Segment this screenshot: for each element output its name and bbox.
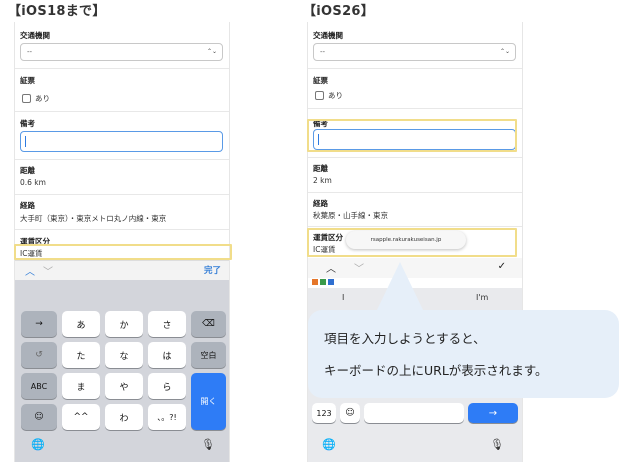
key-abc[interactable]: ABC <box>21 373 57 399</box>
select-arrow-icon: ⌃⌄ <box>499 48 510 55</box>
key-ma[interactable]: ま <box>62 373 100 399</box>
suggestion-1[interactable]: I <box>342 293 344 302</box>
key-sa[interactable]: さ <box>148 311 186 337</box>
key-undo[interactable]: ↺ <box>21 342 57 368</box>
text-caret <box>25 136 26 147</box>
key-a[interactable]: あ <box>62 311 100 337</box>
distance-label: 距離 <box>313 164 328 173</box>
transport-select[interactable]: -- ⌃⌄ <box>313 43 516 61</box>
receipt-checkbox[interactable] <box>315 91 324 100</box>
callout-line-2: キーボードの上にURLが表示されます。 <box>324 363 548 378</box>
key-ya[interactable]: や <box>105 373 143 399</box>
key-ra[interactable]: ら <box>148 373 186 399</box>
callout-bubble: 項目を入力しようとすると、 キーボードの上にURLが表示されます。 <box>308 310 619 398</box>
microphone-icon[interactable]: 🎙 <box>201 438 215 451</box>
transport-label: 交通機関 <box>20 31 50 40</box>
suggestion-2[interactable]: I'm <box>476 293 488 302</box>
key-punctuation[interactable]: 、。?! <box>148 404 186 430</box>
go-button[interactable]: → <box>468 403 518 423</box>
callout-line-1: 項目を入力しようとすると、 <box>324 331 486 346</box>
key-na[interactable]: な <box>105 342 143 368</box>
divider <box>308 226 522 227</box>
chevron-down-icon[interactable]: ﹀ <box>354 260 364 275</box>
remarks-input[interactable] <box>20 131 223 152</box>
key-space[interactable]: 空白 <box>191 342 226 368</box>
transport-value: -- <box>320 48 326 56</box>
enter-open-button[interactable]: 開く <box>191 373 226 430</box>
divider <box>15 194 229 195</box>
key-kaomoji[interactable]: ^^ <box>62 404 100 430</box>
divider <box>308 157 522 158</box>
fare-highlight <box>14 244 232 260</box>
checkmark-icon[interactable]: ✓ <box>498 261 506 272</box>
divider <box>308 108 522 109</box>
route-value: 秋葉原・山手線・東京 <box>313 211 388 220</box>
divider <box>15 111 229 112</box>
ios18-screen: 交通機関 -- ⌃⌄ 証票 あり 備考 距離 0.6 km 経路 大手町（東京）… <box>14 22 230 462</box>
receipt-check-label: あり <box>35 94 50 103</box>
keyboard-accessory-bar: ︿ ﹀ 完了 <box>15 260 229 280</box>
globe-icon[interactable]: 🌐 <box>31 438 45 451</box>
receipt-label: 証票 <box>313 76 328 85</box>
remarks-label: 備考 <box>20 119 35 128</box>
key-next-arrow[interactable]: → <box>21 311 57 337</box>
divider <box>15 159 229 160</box>
ios18-heading: 【iOS18まで】 <box>8 4 106 19</box>
key-ta[interactable]: た <box>62 342 100 368</box>
receipt-checkbox[interactable] <box>22 94 31 103</box>
receipt-label: 証票 <box>20 76 35 85</box>
done-button[interactable]: 完了 <box>204 264 221 276</box>
key-wa[interactable]: わ <box>105 404 143 430</box>
delete-key-icon[interactable]: ⌫ <box>191 311 226 337</box>
globe-icon[interactable]: 🌐 <box>322 438 336 451</box>
route-label: 経路 <box>313 199 328 208</box>
remarks-highlight <box>307 119 517 152</box>
emoji-key-icon[interactable]: ☺ <box>21 404 57 430</box>
kana-keyboard: → あ か さ ⌫ ↺ た な は 空白 ABC ま や ら 開く ☺ ^^ わ… <box>15 280 229 462</box>
app-icon <box>320 279 326 285</box>
space-key[interactable] <box>364 403 464 423</box>
divider <box>15 68 229 69</box>
receipt-check-label: あり <box>328 91 343 100</box>
route-label: 経路 <box>20 201 35 210</box>
ios26-heading: 【iOS26】 <box>303 4 375 19</box>
divider <box>308 68 522 69</box>
transport-select[interactable]: -- ⌃⌄ <box>20 43 223 61</box>
transport-label: 交通機関 <box>313 31 343 40</box>
chevron-up-icon[interactable]: ︿ <box>326 260 336 275</box>
emoji-key-icon[interactable]: ☺ <box>340 403 360 423</box>
app-icon <box>312 279 318 285</box>
key-ha[interactable]: は <box>148 342 186 368</box>
microphone-icon[interactable]: 🎙 <box>490 438 504 451</box>
app-icon <box>328 279 334 285</box>
url-highlight <box>307 228 517 257</box>
select-arrow-icon: ⌃⌄ <box>206 48 217 55</box>
distance-value: 2 km <box>313 176 332 185</box>
distance-value: 0.6 km <box>20 178 46 187</box>
chevron-up-icon[interactable]: ︿ <box>25 263 35 278</box>
callout-tail <box>376 262 424 312</box>
divider <box>15 229 229 230</box>
route-value: 大手町（東京）・東京メトロ丸ノ内線・東京 <box>20 214 167 223</box>
transport-value: -- <box>27 48 33 56</box>
chevron-down-icon[interactable]: ﹀ <box>43 263 53 278</box>
divider <box>308 192 522 193</box>
key-ka[interactable]: か <box>105 311 143 337</box>
key-123[interactable]: 123 <box>312 403 336 423</box>
distance-label: 距離 <box>20 166 35 175</box>
